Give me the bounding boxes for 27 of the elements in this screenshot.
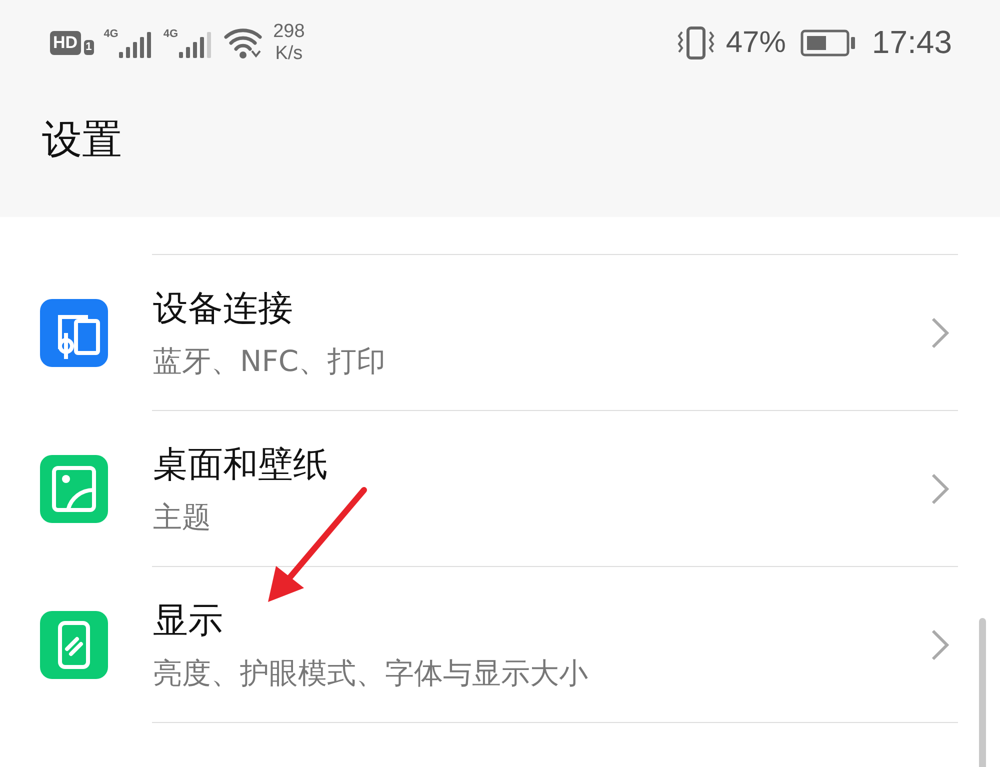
item-subtitle: 蓝牙、NFC、打印 (153, 342, 386, 380)
battery-percent: 47% (726, 26, 786, 60)
image-icon (40, 455, 108, 523)
settings-item[interactable]: 设备连接 蓝牙、NFC、打印 (0, 255, 1000, 411)
network-speed-unit: K/s (275, 42, 303, 64)
settings-item[interactable]: 桌面和壁纸 主题 (0, 411, 1000, 567)
sim-badge: 1 (84, 40, 94, 54)
item-subtitle: 亮度、护眼模式、字体与显示大小 (153, 654, 588, 692)
item-title: 桌面和壁纸 (153, 444, 328, 486)
wifi-icon (223, 26, 264, 58)
settings-item[interactable]: 显示 亮度、护眼模式、字体与显示大小 (0, 567, 1000, 723)
chevron-icon (930, 628, 950, 662)
item-title: 设备连接 (153, 288, 293, 330)
battery-icon (800, 28, 856, 56)
phone-icon (40, 611, 108, 679)
page-title: 设置 (42, 116, 122, 164)
vibrate-icon (676, 26, 716, 60)
network-speed-value: 298 (273, 20, 305, 42)
clock-time: 17:43 (872, 24, 952, 61)
hd-badge: HD (50, 30, 81, 54)
chevron-icon (930, 316, 950, 350)
item-subtitle: 主题 (153, 498, 211, 536)
chevron-icon (930, 472, 950, 506)
network-type: 4G (104, 28, 118, 40)
item-title: 显示 (153, 600, 223, 642)
devices-icon (40, 299, 108, 367)
network-type: 4G (163, 28, 178, 40)
